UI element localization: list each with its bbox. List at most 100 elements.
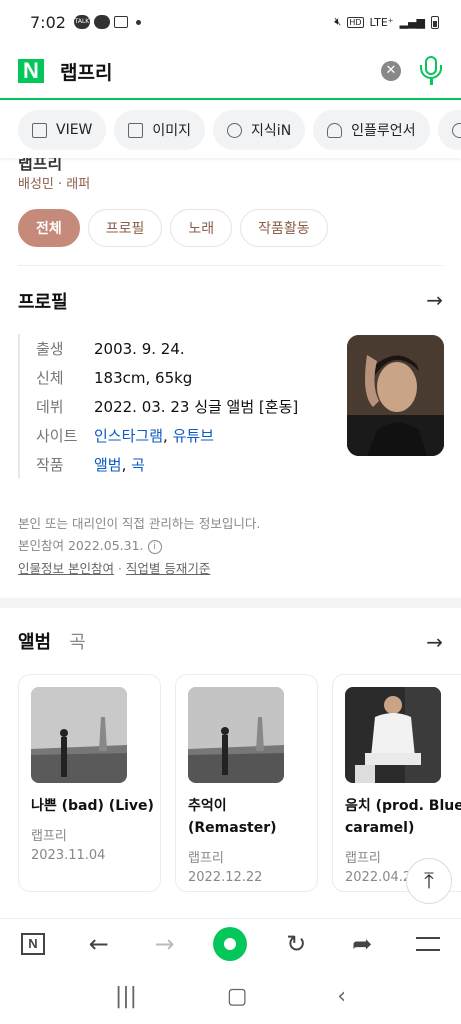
- tab-album[interactable]: 앨범: [18, 628, 51, 654]
- category-chips: 전체 프로필 노래 작품활동: [18, 209, 328, 247]
- album-card[interactable]: 음치 (prod. Blue caramel) 랩프리 2022.04.2: [332, 674, 461, 892]
- chip-songs[interactable]: 노래: [170, 209, 233, 247]
- album-artist: 랩프리: [31, 829, 67, 844]
- chip-profile[interactable]: 프로필: [87, 209, 163, 247]
- tab-kin[interactable]: 지식iN: [213, 110, 306, 150]
- info-key: 신체: [36, 369, 64, 387]
- youtube-link[interactable]: 유튜브: [173, 427, 214, 445]
- menu-button[interactable]: [410, 926, 446, 962]
- album-title: 음치 (prod. Blue caramel): [345, 798, 461, 836]
- info-key: 데뷔: [36, 398, 64, 416]
- home-icon[interactable]: ▢: [227, 984, 248, 1009]
- album-artist: 랩프리: [188, 851, 224, 866]
- tab-more[interactable]: [437, 110, 461, 150]
- separator: ·: [113, 561, 126, 576]
- profile-photo[interactable]: [347, 335, 444, 456]
- main-content: 랩프리 배성민 · 래퍼 전체 프로필 노래 작품활동 프로필 → 출생 200…: [0, 158, 461, 918]
- talk-icon: TALK: [73, 15, 90, 29]
- info-value: 인스타그램, 유튜브: [94, 425, 214, 446]
- tab-image[interactable]: 이미지: [114, 110, 206, 150]
- refresh-button[interactable]: ↻: [278, 926, 314, 962]
- info-note: 본인 또는 대리인이 직접 관리하는 정보입니다.: [18, 516, 261, 531]
- chip-all[interactable]: 전체: [18, 209, 80, 247]
- naver-n-icon: N: [20, 932, 45, 955]
- info-note-date: 본인참여 2022.05.31. i: [18, 535, 162, 554]
- green-dot-button[interactable]: [212, 926, 248, 962]
- profile-info: 출생 2003. 9. 24. 신체 183cm, 65kg 데뷔 2022. …: [18, 334, 338, 479]
- separator: ,: [163, 427, 173, 445]
- mute-icon: 🔇︎: [334, 15, 342, 28]
- naver-logo-icon[interactable]: N: [18, 59, 44, 83]
- profile-section-title: 프로필: [18, 292, 68, 313]
- info-row: 데뷔 2022. 03. 23 싱글 앨범 [혼동]: [36, 392, 338, 421]
- participation-date: 본인참여 2022.05.31.: [18, 538, 144, 553]
- separator: ,: [121, 456, 132, 474]
- info-links: 인물정보 본인참여 · 직업별 등재기준: [18, 558, 210, 577]
- menu-icon: [415, 936, 440, 951]
- tab-label: 이미지: [152, 123, 192, 139]
- search-input[interactable]: 랩프리: [60, 58, 381, 85]
- album-list: 나쁜 (bad) (Live) 랩프리 2023.11.04 추억이 (Rema…: [18, 674, 461, 892]
- status-time: 7:02: [30, 12, 66, 32]
- album-date: 2023.11.04: [31, 848, 106, 863]
- album-cover: [345, 687, 441, 783]
- document-icon: [32, 122, 47, 138]
- album-link[interactable]: 앨범: [94, 456, 122, 474]
- album-tabs: 앨범 곡: [18, 628, 86, 654]
- scroll-top-button[interactable]: ⤒: [406, 858, 452, 904]
- signal-icon: ▂▄▆: [399, 15, 425, 29]
- album-card[interactable]: 나쁜 (bad) (Live) 랩프리 2023.11.04: [18, 674, 167, 892]
- listing-criteria-link[interactable]: 직업별 등재기준: [126, 561, 210, 576]
- song-link[interactable]: 곡: [131, 456, 145, 474]
- album-cover: [188, 687, 284, 783]
- hd-icon: HD: [347, 16, 364, 28]
- network-label: LTE⁺: [369, 15, 394, 29]
- status-bar: 7:02 TALK 🔇︎ HD LTE⁺ ▂▄▆: [0, 0, 461, 44]
- calendar-icon: [113, 16, 128, 28]
- info-icon[interactable]: i: [147, 539, 162, 554]
- browser-toolbar: N ← → ↻ ➦: [0, 918, 461, 968]
- info-value: 2003. 9. 24.: [94, 339, 185, 358]
- share-button[interactable]: ➦: [344, 926, 380, 962]
- arrow-right-icon[interactable]: →: [426, 630, 443, 654]
- tab-label: 인플루언서: [351, 123, 416, 139]
- share-arrow-icon: ➦: [352, 929, 373, 958]
- naver-home-button[interactable]: N: [15, 926, 51, 962]
- refresh-icon: ↻: [286, 929, 307, 958]
- search-bar: N 랩프리 ✕: [0, 44, 461, 100]
- forward-button[interactable]: →: [147, 926, 183, 962]
- chat-icon: [93, 15, 110, 29]
- arrow-right-icon: →: [154, 929, 175, 958]
- circle-icon: [451, 122, 461, 138]
- mic-icon[interactable]: [419, 56, 443, 86]
- info-key: 작품: [36, 456, 64, 474]
- divider: [18, 265, 443, 266]
- tab-label: 지식iN: [251, 123, 292, 139]
- page-title: 랩프리: [18, 158, 63, 173]
- q-bubble-icon: [227, 122, 243, 138]
- arrow-left-icon: ←: [88, 929, 109, 958]
- tab-label: VIEW: [56, 122, 93, 138]
- album-card[interactable]: 추억이 (Remaster) 랩프리 2022.12.22: [175, 674, 324, 892]
- info-row: 출생 2003. 9. 24.: [36, 334, 338, 363]
- image-icon: [128, 122, 144, 138]
- tab-view[interactable]: VIEW: [18, 110, 107, 150]
- clear-icon[interactable]: ✕: [381, 61, 401, 81]
- back-icon[interactable]: ‹: [337, 984, 346, 1009]
- chip-works[interactable]: 작품활동: [240, 209, 328, 247]
- tab-song[interactable]: 곡: [69, 628, 86, 654]
- tab-influencer[interactable]: 인플루언서: [313, 110, 430, 150]
- section-separator: [0, 598, 461, 608]
- info-row: 신체 183cm, 65kg: [36, 363, 338, 392]
- recents-icon[interactable]: |||: [115, 984, 137, 1009]
- instagram-link[interactable]: 인스타그램: [94, 427, 163, 445]
- album-date: 2022.12.22: [188, 870, 263, 885]
- info-key: 출생: [36, 340, 64, 358]
- self-participation-link[interactable]: 인물정보 본인참여: [18, 561, 114, 576]
- arrow-right-icon[interactable]: →: [426, 288, 443, 312]
- back-button[interactable]: ←: [81, 926, 117, 962]
- system-nav-bar: ||| ▢ ‹: [0, 968, 461, 1024]
- status-right: 🔇︎ HD LTE⁺ ▂▄▆: [334, 15, 439, 29]
- search-tabs: VIEW 이미지 지식iN 인플루언서: [0, 102, 461, 158]
- info-value: 앨범, 곡: [94, 454, 145, 475]
